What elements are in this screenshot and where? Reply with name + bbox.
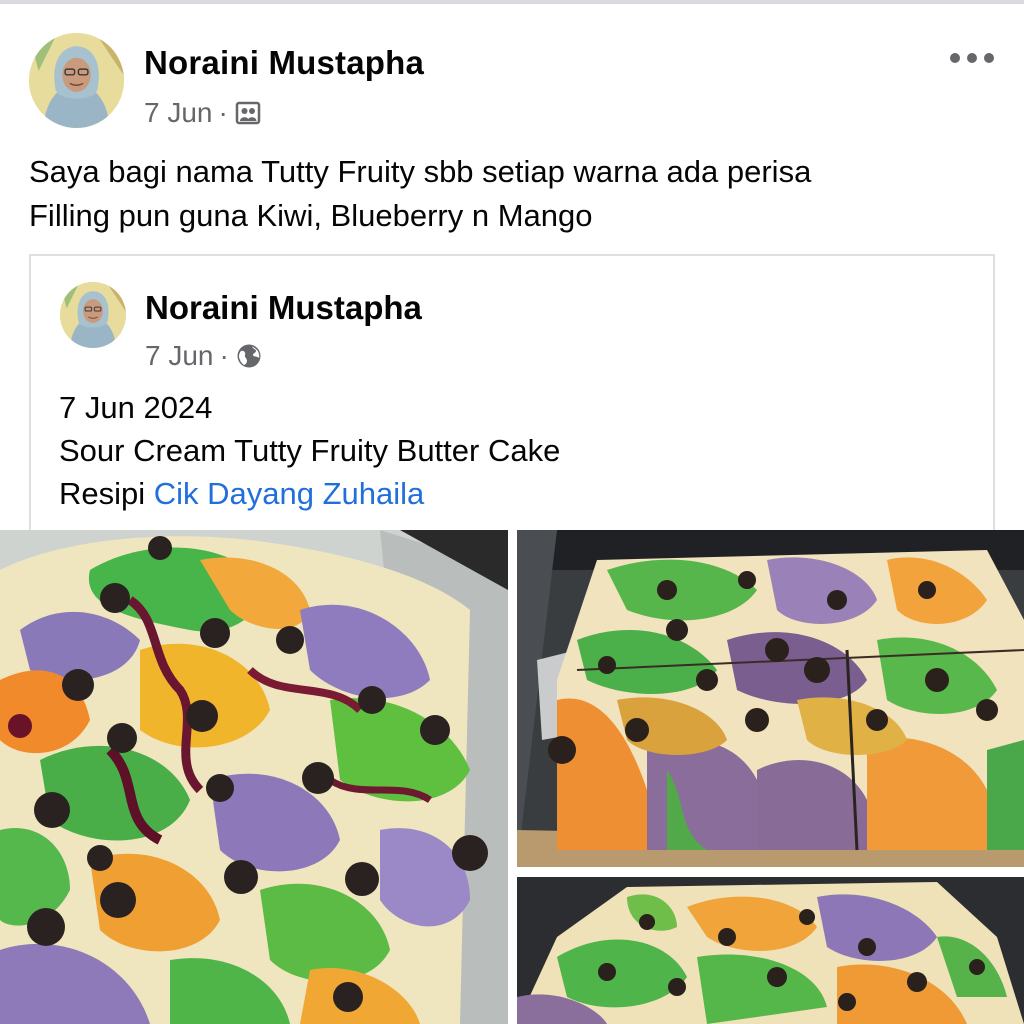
- more-dot: [984, 53, 994, 63]
- batter-in-pan-photo[interactable]: [0, 530, 508, 1024]
- shared-post-date-line: 7 Jun 2024: [59, 390, 213, 425]
- more-dot: [950, 53, 960, 63]
- author-avatar[interactable]: [29, 33, 124, 128]
- post-date[interactable]: 7 Jun: [144, 97, 213, 129]
- baked-cake-closeup-photo[interactable]: [517, 877, 1024, 1024]
- meta-separator: ·: [219, 340, 229, 371]
- globe-icon: [235, 342, 263, 370]
- friends-icon: [234, 99, 262, 127]
- recipe-credit-line: Resipi Cik Dayang Zuhaila: [59, 472, 560, 515]
- recipe-author-link[interactable]: Cik Dayang Zuhaila: [154, 476, 425, 511]
- shared-post-card[interactable]: Noraini Mustapha 7 Jun · 7 Jun 2024 Sour…: [29, 254, 995, 544]
- shared-post-title: Sour Cream Tutty Fruity Butter Cake: [59, 433, 561, 468]
- recipe-credit-prefix: Resipi: [59, 476, 154, 511]
- meta-separator: ·: [218, 97, 228, 128]
- baked-cake-slab-photo[interactable]: [517, 530, 1024, 867]
- shared-post-date[interactable]: 7 Jun: [145, 340, 214, 372]
- post-meta: 7 Jun ·: [144, 96, 262, 130]
- post-caption: Saya bagi nama Tutty Fruity sbb setiap w…: [29, 150, 999, 238]
- shared-author-name[interactable]: Noraini Mustapha: [145, 289, 422, 327]
- caption-line: Saya bagi nama Tutty Fruity sbb setiap w…: [29, 154, 812, 189]
- more-options-button[interactable]: [948, 44, 996, 72]
- top-divider: [0, 0, 1024, 4]
- shared-post-body: 7 Jun 2024 Sour Cream Tutty Fruity Butte…: [59, 386, 560, 515]
- shared-author-avatar[interactable]: [60, 282, 126, 348]
- author-name[interactable]: Noraini Mustapha: [144, 44, 424, 82]
- more-dot: [967, 53, 977, 63]
- shared-post-meta: 7 Jun ·: [145, 339, 263, 373]
- caption-line: Filling pun guna Kiwi, Blueberry n Mango: [29, 198, 593, 233]
